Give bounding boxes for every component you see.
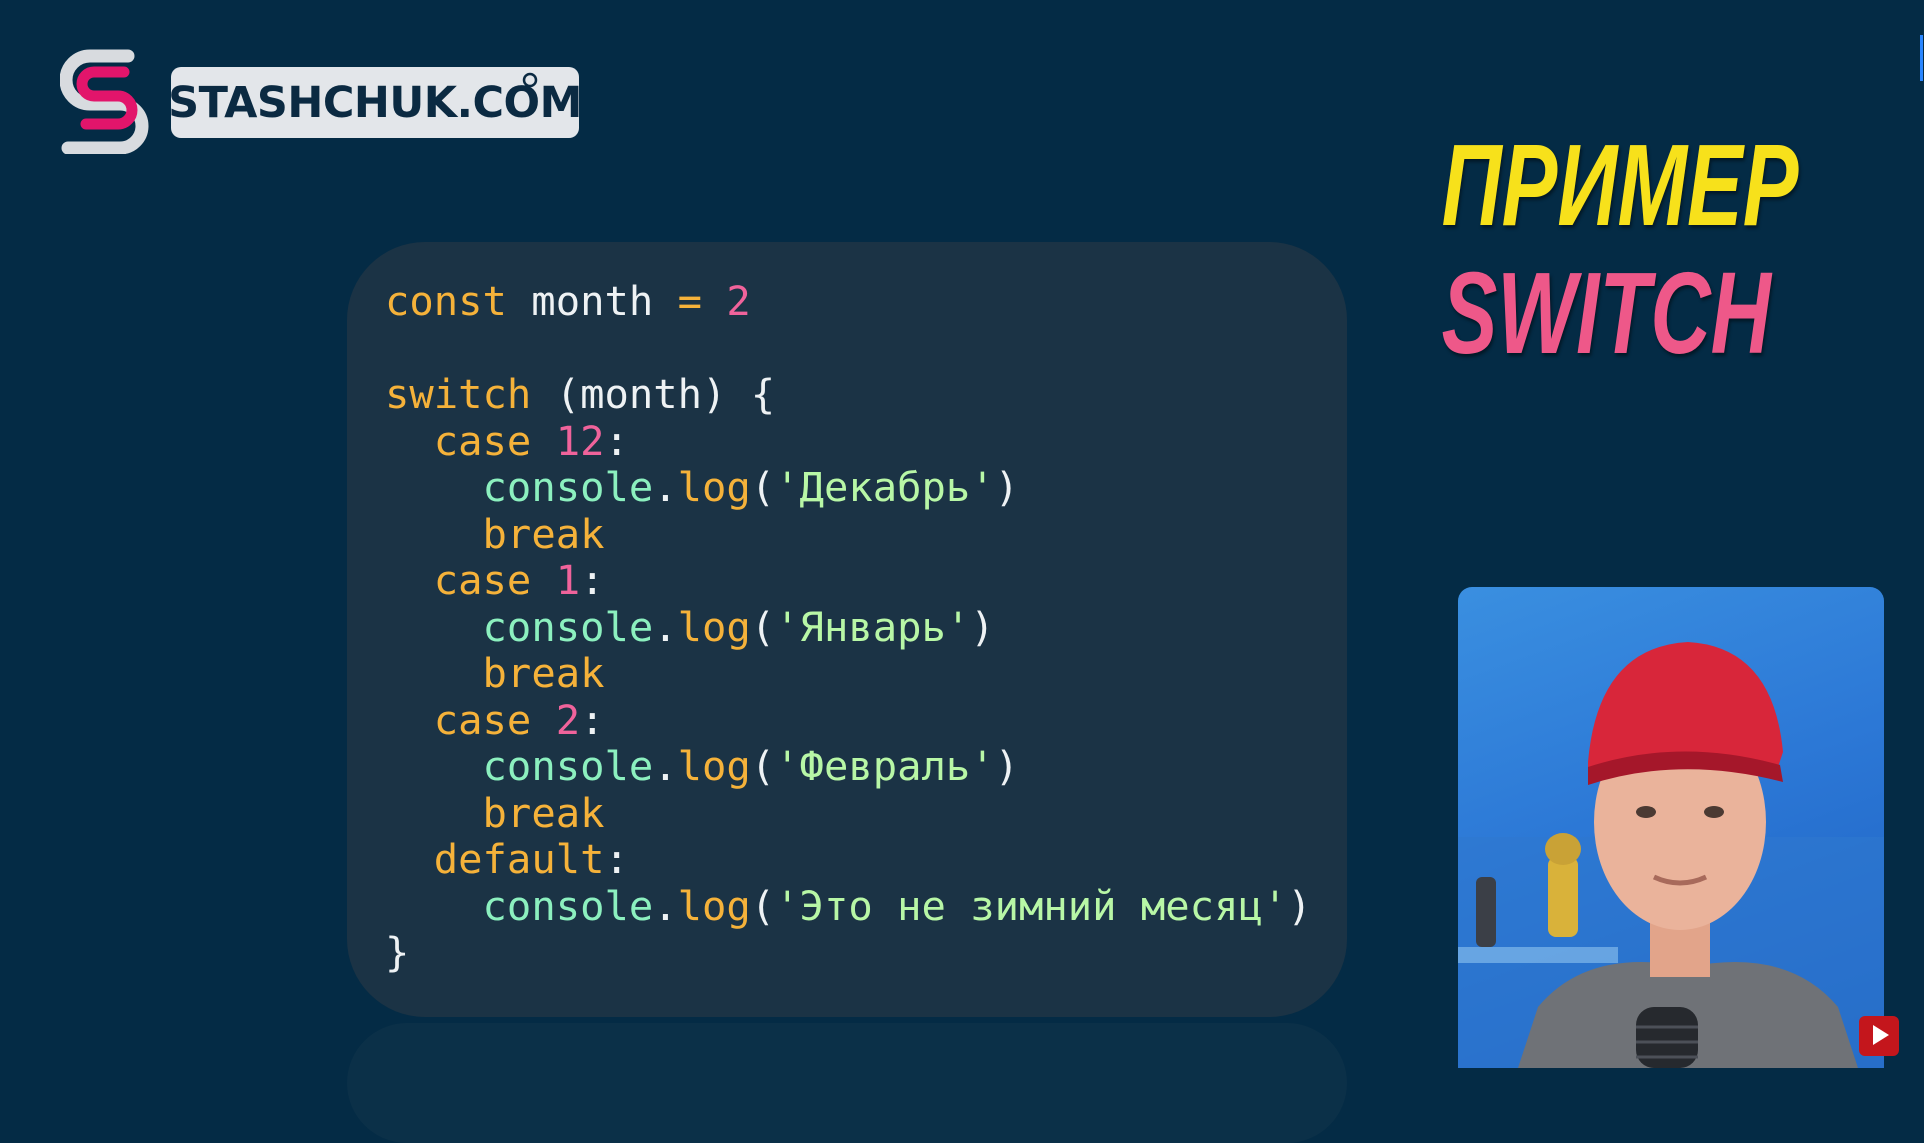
stashchuk-logo-icon [60, 49, 149, 154]
brand-name-plate: STASHCHUK.COM [168, 67, 582, 138]
target-icon [522, 72, 538, 88]
youtube-subscribe-icon[interactable] [1858, 1015, 1900, 1057]
code-line: default: [433, 835, 629, 883]
code-line: console.log('Январь') [482, 602, 995, 651]
presenter-illustration [1458, 642, 1884, 1068]
presenter-webcam-image [1458, 587, 1884, 1068]
code-line: } [385, 928, 410, 976]
code-line: case 1: [433, 556, 605, 604]
code-line: case 2: [433, 695, 605, 744]
code-line: break [482, 788, 605, 837]
code-line: break [482, 509, 605, 558]
code-line: console.log('Это не зимний месяц') [482, 881, 1312, 930]
code-line: console.log('Декабрь') [482, 463, 1020, 511]
scroll-indicator [1920, 35, 1923, 81]
code-line: switch (month) { [385, 370, 776, 418]
brand-name: STASHCHUK.COM [168, 77, 582, 128]
title-line-1: ПРИМЕР [1441, 120, 1799, 250]
code-line: const month = 2 [385, 277, 751, 325]
next-card-edge [347, 1023, 1347, 1143]
code-line: case 12: [433, 416, 629, 465]
code-line: console.log('Февраль') [482, 742, 1020, 790]
code-block: const month = 2 switch (month) { case 12… [385, 278, 1312, 976]
code-line: break [482, 649, 605, 697]
title-line-2: SWITCH [1441, 248, 1771, 378]
